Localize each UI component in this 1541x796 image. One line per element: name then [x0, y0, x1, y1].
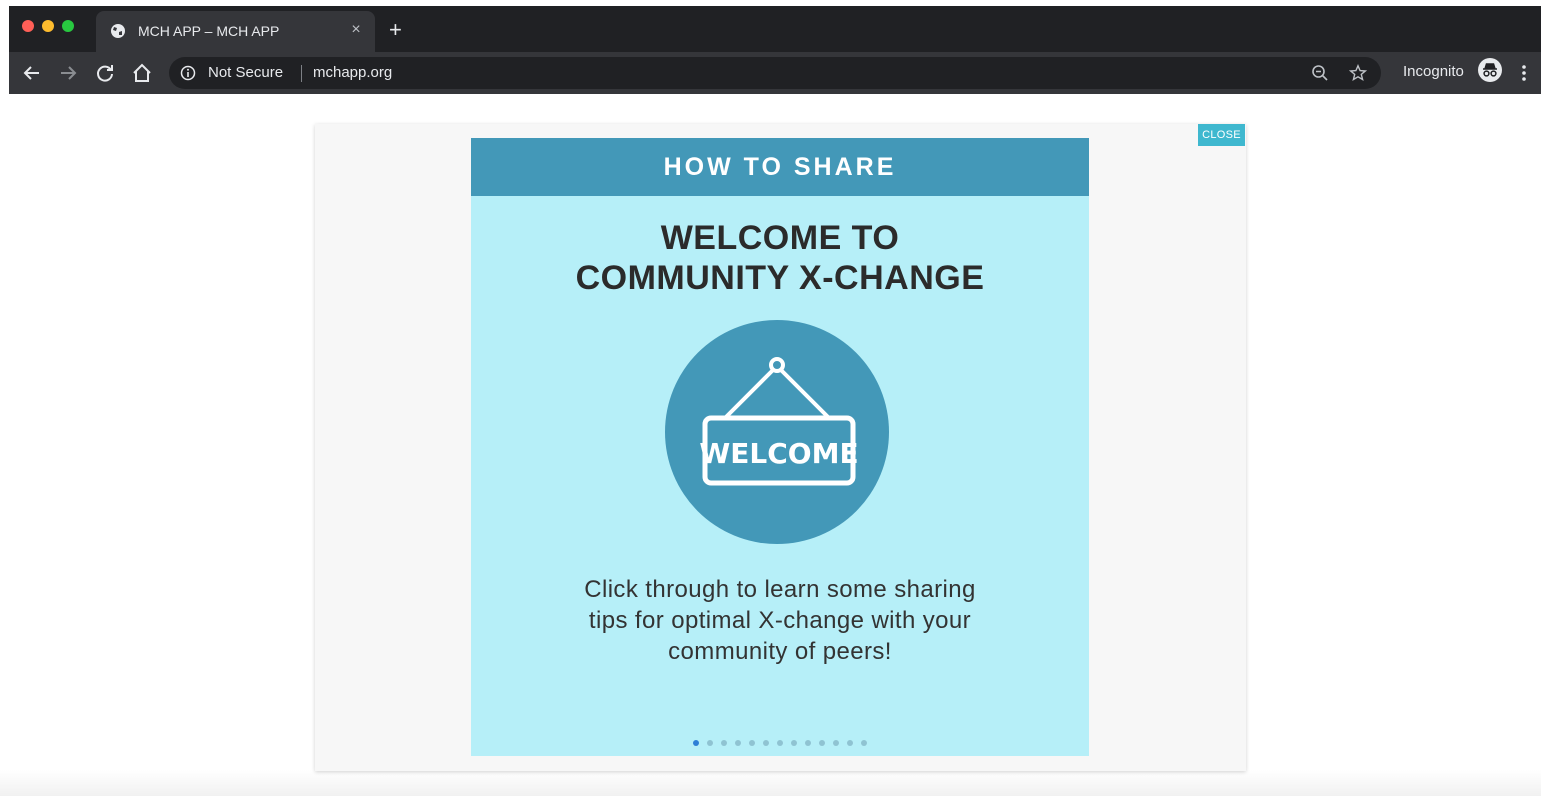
- pagination-dot[interactable]: [819, 740, 825, 746]
- page-footer-shadow: [0, 770, 1541, 796]
- carousel-slide[interactable]: HOW TO SHARE WELCOME TO COMMUNITY X-CHAN…: [471, 138, 1089, 756]
- tab-close-icon[interactable]: ×: [347, 21, 365, 39]
- welcome-sign-illustration: WELCOME: [665, 320, 889, 544]
- pagination-dot[interactable]: [693, 740, 699, 746]
- pagination-dot[interactable]: [721, 740, 727, 746]
- pagination-dot[interactable]: [763, 740, 769, 746]
- maximize-window-button[interactable]: [62, 20, 74, 32]
- slide-title-line: WELCOME TO: [660, 219, 900, 257]
- pagination-dot[interactable]: [735, 740, 741, 746]
- carousel-pagination: [693, 740, 867, 746]
- incognito-icon[interactable]: [1478, 58, 1502, 82]
- address-separator: [301, 65, 302, 82]
- pagination-dot[interactable]: [707, 740, 713, 746]
- tab-strip: MCH APP – MCH APP × +: [9, 6, 1541, 52]
- back-icon[interactable]: [21, 62, 43, 84]
- browser-toolbar: Not Secure mchapp.org: [9, 52, 1541, 94]
- slide-title-line: COMMUNITY X-CHANGE: [575, 259, 985, 297]
- address-bar[interactable]: Not Secure mchapp.org: [169, 57, 1381, 89]
- globe-icon: [111, 24, 125, 38]
- tab-title: MCH APP – MCH APP: [138, 23, 280, 39]
- close-button[interactable]: CLOSE: [1198, 124, 1245, 146]
- slide-header: HOW TO SHARE: [471, 138, 1089, 196]
- slide-body-line: tips for optimal X-change with your: [588, 607, 972, 634]
- welcome-sign-text: WELCOME: [699, 437, 858, 470]
- security-label[interactable]: Not Secure: [208, 64, 283, 81]
- slide-body-text: Click through to learn some sharing tips…: [471, 574, 1089, 667]
- welcome-sign-icon: WELCOME: [699, 357, 859, 486]
- menu-icon[interactable]: [1521, 64, 1527, 82]
- how-to-share-modal: CLOSE HOW TO SHARE WELCOME TO COMMUNITY …: [315, 124, 1246, 771]
- pagination-dot[interactable]: [777, 740, 783, 746]
- url-text[interactable]: mchapp.org: [313, 64, 392, 81]
- pagination-dot[interactable]: [833, 740, 839, 746]
- pagination-dot[interactable]: [791, 740, 797, 746]
- browser-tab[interactable]: MCH APP – MCH APP ×: [96, 11, 375, 52]
- pagination-dot[interactable]: [861, 740, 867, 746]
- slide-header-title: HOW TO SHARE: [663, 153, 897, 181]
- reload-icon[interactable]: [94, 62, 116, 84]
- new-tab-button[interactable]: +: [389, 19, 402, 41]
- slide-body-line: community of peers!: [668, 638, 892, 665]
- browser-window: MCH APP – MCH APP × + Not Secure mchapp.…: [9, 6, 1541, 94]
- slide-body-line: Click through to learn some sharing: [584, 576, 976, 603]
- pagination-dot[interactable]: [805, 740, 811, 746]
- close-window-button[interactable]: [22, 20, 34, 32]
- zoom-icon[interactable]: [1311, 64, 1329, 82]
- star-icon[interactable]: [1349, 64, 1367, 82]
- home-icon[interactable]: [131, 62, 153, 84]
- incognito-label: Incognito: [1403, 63, 1464, 80]
- slide-title: WELCOME TO COMMUNITY X-CHANGE: [471, 218, 1089, 298]
- info-icon[interactable]: [180, 65, 196, 81]
- pagination-dot[interactable]: [847, 740, 853, 746]
- minimize-window-button[interactable]: [42, 20, 54, 32]
- forward-icon[interactable]: [57, 62, 79, 84]
- pagination-dot[interactable]: [749, 740, 755, 746]
